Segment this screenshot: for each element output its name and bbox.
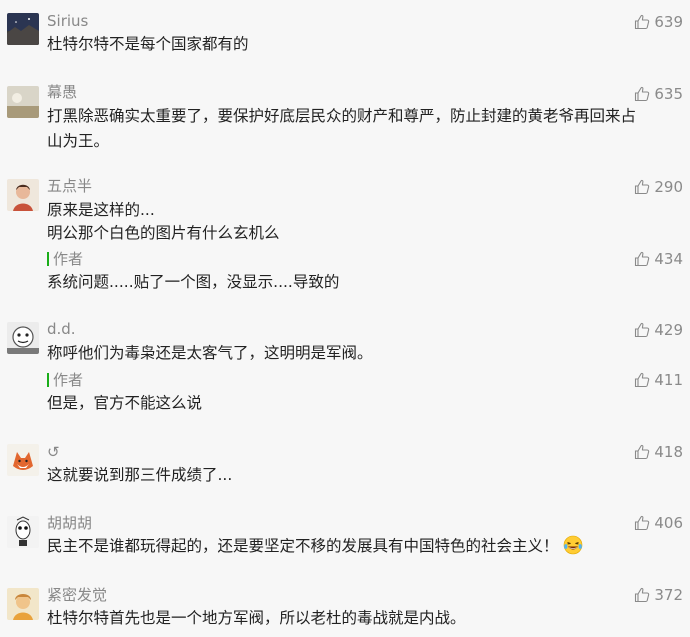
like-count: 406 bbox=[654, 514, 683, 532]
avatar[interactable] bbox=[7, 13, 39, 45]
avatar[interactable] bbox=[7, 322, 39, 354]
comment-text-line: 山为王。 bbox=[47, 132, 110, 150]
like-button[interactable]: 290 bbox=[634, 178, 683, 196]
like-count: 434 bbox=[654, 250, 683, 268]
avatar[interactable] bbox=[7, 444, 39, 476]
like-button[interactable]: 372 bbox=[634, 586, 683, 604]
nickname: ↺ bbox=[47, 443, 60, 461]
author-reply-text: 系统问题.....贴了一个图，没显示....导致的 bbox=[47, 273, 340, 291]
like-button[interactable]: 418 bbox=[634, 443, 683, 461]
author-label: 作者 bbox=[53, 371, 84, 389]
comment-text-line: 打黑除恶确实太重要了，要保护好底层民众的财产和尊严，防止封建的黄老爷再回来占 bbox=[47, 107, 637, 125]
like-button[interactable]: 411 bbox=[634, 371, 683, 389]
avatar[interactable] bbox=[7, 516, 39, 548]
author-marker bbox=[47, 252, 49, 266]
comment-text: 杜特尔特首先也是一个地方军阀，所以老杜的毒战就是内战。 bbox=[47, 609, 466, 627]
like-button[interactable]: 635 bbox=[634, 85, 683, 103]
comment-text: 杜特尔特不是每个国家都有的 bbox=[47, 35, 249, 53]
avatar[interactable] bbox=[7, 86, 39, 118]
author-label: 作者 bbox=[53, 250, 84, 268]
thumbs-up-icon bbox=[634, 444, 650, 460]
avatar[interactable] bbox=[7, 588, 39, 620]
thumbs-up-icon bbox=[634, 251, 650, 267]
like-count: 639 bbox=[654, 13, 683, 31]
thumbs-up-icon bbox=[634, 86, 650, 102]
nickname: 五点半 bbox=[47, 177, 93, 195]
author-marker bbox=[47, 373, 49, 387]
comment-text: 称呼他们为毒枭还是太客气了，这明明是军阀。 bbox=[47, 344, 373, 362]
comment-text: 这就要说到那三件成绩了... bbox=[47, 466, 233, 484]
thumbs-up-icon bbox=[634, 587, 650, 603]
like-count: 418 bbox=[654, 443, 683, 461]
like-count: 290 bbox=[654, 178, 683, 196]
thumbs-up-icon bbox=[634, 515, 650, 531]
like-button[interactable]: 429 bbox=[634, 321, 683, 339]
comment-text-line: 原来是这样的... bbox=[47, 201, 155, 219]
thumbs-up-icon bbox=[634, 179, 650, 195]
author-reply-header: 作者 bbox=[47, 371, 83, 389]
like-button[interactable]: 434 bbox=[634, 250, 683, 268]
author-reply-header: 作者 bbox=[47, 250, 83, 268]
comment-text: 民主不是谁都玩得起的，还是要坚定不移的发展具有中国特色的社会主义！ bbox=[47, 534, 667, 559]
author-reply-text: 但是，官方不能这么说 bbox=[47, 394, 203, 412]
nickname: 紧密发觉 bbox=[47, 586, 108, 604]
like-count: 372 bbox=[654, 586, 683, 604]
comment-text-line: 明公那个白色的图片有什么玄机么 bbox=[47, 224, 280, 242]
nickname: 幕愚 bbox=[47, 83, 78, 101]
like-count: 429 bbox=[654, 321, 683, 339]
like-button[interactable]: 639 bbox=[634, 13, 683, 31]
thumbs-up-icon bbox=[634, 372, 650, 388]
nickname: Sirius bbox=[47, 12, 89, 30]
like-count: 635 bbox=[654, 85, 683, 103]
avatar[interactable] bbox=[7, 179, 39, 211]
thumbs-up-icon bbox=[634, 322, 650, 338]
laughing-tears-emoji bbox=[563, 535, 583, 555]
like-count: 411 bbox=[654, 371, 683, 389]
like-button[interactable]: 406 bbox=[634, 514, 683, 532]
nickname: 胡胡胡 bbox=[47, 514, 93, 532]
comment-text-body: 民主不是谁都玩得起的，还是要坚定不移的发展具有中国特色的社会主义！ bbox=[47, 537, 559, 555]
thumbs-up-icon bbox=[634, 14, 650, 30]
nickname: d.d. bbox=[47, 320, 76, 338]
